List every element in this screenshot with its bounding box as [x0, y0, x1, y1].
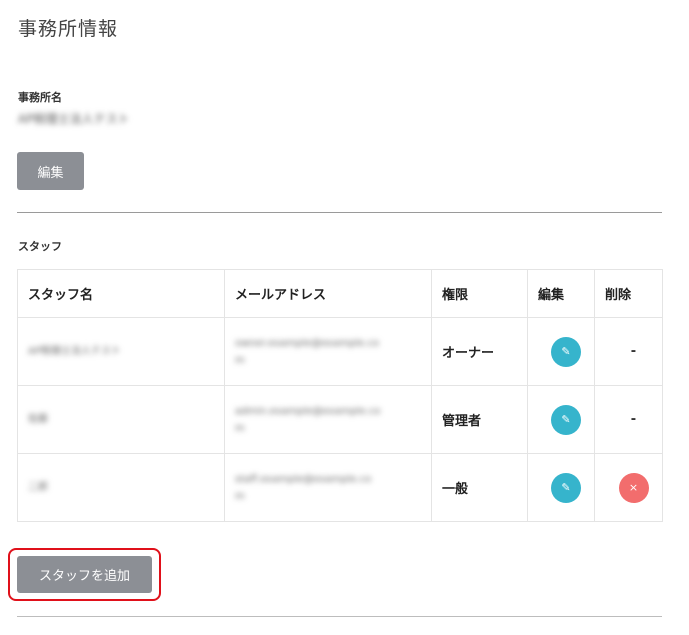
- email-cell: admin.example@example.co m: [224, 385, 432, 454]
- email-line: m: [235, 422, 245, 434]
- permission-cell: 管理者: [431, 385, 528, 454]
- office-name-value: AP税理士法人テスト: [18, 112, 130, 126]
- edit-cell: ✎: [527, 317, 595, 386]
- header-email: メールアドレス: [224, 269, 432, 318]
- staff-name-cell: 二郎: [17, 453, 225, 522]
- divider: [17, 212, 662, 213]
- add-staff-button[interactable]: スタッフを追加: [17, 556, 152, 593]
- header-permission: 権限: [431, 269, 528, 318]
- table-row: 二郎 staff.example@example.co m 一般 ✎ ×: [17, 453, 663, 522]
- staff-name: 二郎: [28, 482, 48, 493]
- staff-name-cell: AP税理士法人テスト: [17, 317, 225, 386]
- staff-name: 佐藤: [28, 414, 48, 425]
- email-cell: owner.example@example.co m: [224, 317, 432, 386]
- edit-cell: ✎: [527, 385, 595, 454]
- staff-name-cell: 佐藤: [17, 385, 225, 454]
- email-line: admin.example@example.co: [235, 405, 381, 417]
- table-header-row: スタッフ名 メールアドレス 権限 編集 削除: [17, 269, 663, 318]
- delete-unavailable: -: [630, 412, 637, 427]
- email-line: staff.example@example.co: [235, 473, 372, 485]
- edit-cell: ✎: [527, 453, 595, 522]
- page-title: 事務所情報: [18, 18, 119, 40]
- permission-cell: オーナー: [431, 317, 528, 386]
- delete-cell: -: [594, 317, 663, 386]
- email-line: owner.example@example.co: [235, 337, 380, 349]
- header-staff-name: スタッフ名: [17, 269, 225, 318]
- staff-name: AP税理士法人テスト: [28, 346, 121, 357]
- staff-section-label: スタッフ: [18, 240, 62, 253]
- divider: [17, 616, 662, 617]
- office-name-label: 事務所名: [18, 91, 62, 104]
- edit-office-button[interactable]: 編集: [17, 152, 84, 190]
- email-line: m: [235, 490, 245, 502]
- edit-pencil-icon[interactable]: ✎: [551, 336, 581, 367]
- edit-pencil-icon[interactable]: ✎: [551, 404, 581, 435]
- header-delete: 削除: [594, 269, 663, 318]
- edit-pencil-icon[interactable]: ✎: [551, 472, 581, 503]
- table-row: 佐藤 admin.example@example.co m 管理者 ✎ -: [17, 385, 663, 454]
- delete-cell: -: [594, 385, 663, 454]
- email-line: m: [235, 354, 245, 366]
- permission-cell: 一般: [431, 453, 528, 522]
- email-cell: staff.example@example.co m: [224, 453, 432, 522]
- close-icon[interactable]: ×: [618, 472, 649, 503]
- table-row: AP税理士法人テスト owner.example@example.co m オー…: [17, 317, 663, 386]
- delete-unavailable: -: [630, 344, 637, 359]
- header-edit: 編集: [527, 269, 595, 318]
- delete-cell: ×: [594, 453, 663, 522]
- staff-table: スタッフ名 メールアドレス 権限 編集 削除 AP税理士法人テスト owner.…: [17, 269, 663, 522]
